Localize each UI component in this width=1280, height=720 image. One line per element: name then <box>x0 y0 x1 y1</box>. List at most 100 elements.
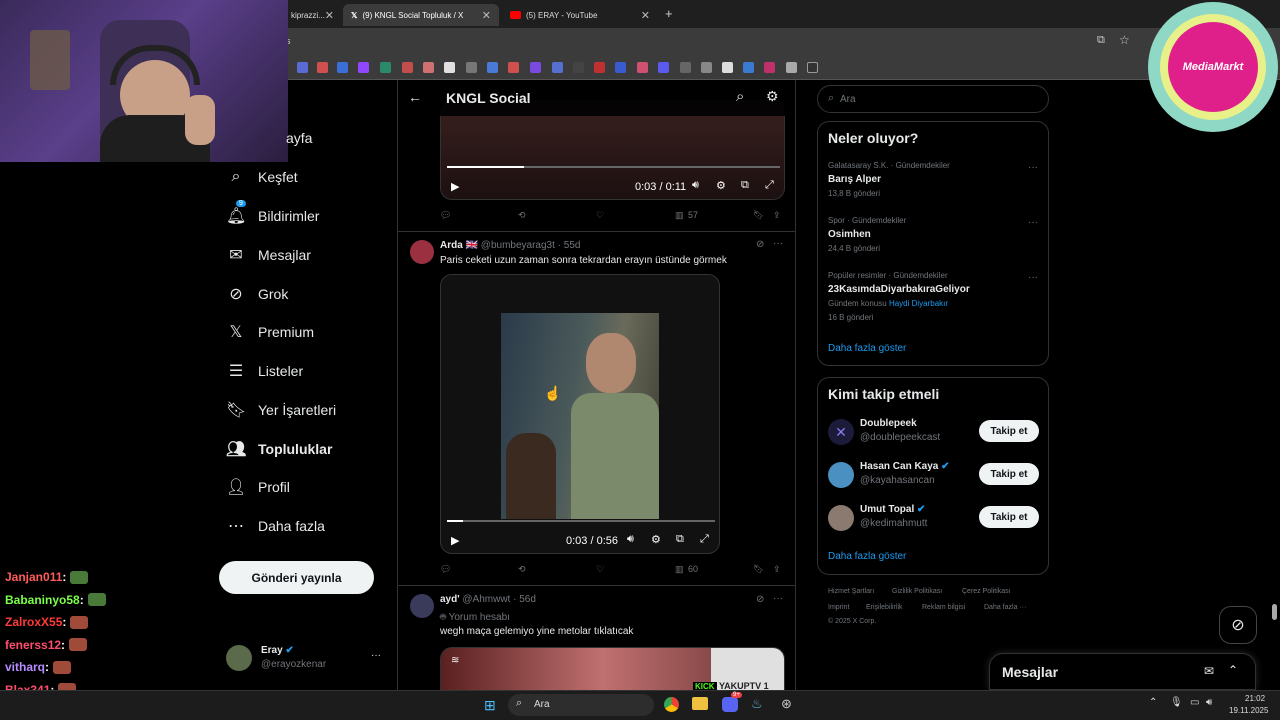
chat-username[interactable]: fenerss12 <box>5 638 61 652</box>
bookmark-icon[interactable] <box>466 62 477 73</box>
browser-tab[interactable]: kiprazzi... ✕ <box>283 4 341 26</box>
install-icon[interactable]: ⧉ <box>1097 34 1105 47</box>
show-more-link[interactable]: Daha fazla göster <box>828 551 906 562</box>
retweet-icon[interactable]: ⟲ <box>518 210 526 221</box>
back-arrow-icon[interactable]: ← <box>408 89 422 105</box>
nav-item-home[interactable]: ayfa <box>286 122 312 154</box>
grok-icon[interactable]: ⊘ <box>756 239 764 250</box>
bookmark-icon[interactable] <box>637 62 648 73</box>
messages-drawer[interactable]: Mesajlar ✉ ⌃ <box>989 653 1256 690</box>
bookmark-icon[interactable] <box>530 62 541 73</box>
gear-icon[interactable]: ⚙ <box>766 88 779 105</box>
nav-item-grok[interactable]: ⊘ Grok <box>226 278 288 310</box>
avatar[interactable] <box>410 594 434 618</box>
show-more-link[interactable]: Daha fazla göster <box>828 343 906 354</box>
nav-item-profile[interactable]: 👤︎ Profil <box>226 471 290 503</box>
bookmark-icon[interactable] <box>444 62 455 73</box>
account-switcher[interactable]: Eray ✔ @erayozkenar ··· <box>226 644 396 678</box>
chrome-icon[interactable] <box>664 697 679 712</box>
bookmark-icon[interactable] <box>380 62 391 73</box>
scrollbar-thumb[interactable] <box>1272 604 1277 620</box>
trend-topic-link[interactable]: Haydi Diyarbakır <box>889 299 948 308</box>
volume-icon[interactable]: 🔊︎ <box>627 533 634 546</box>
like-icon[interactable]: ♡ <box>596 564 604 575</box>
nav-item-explore[interactable]: ⌕ Keşfet <box>226 161 298 193</box>
follow-name[interactable]: Doublepeek <box>860 418 917 429</box>
new-tab-button[interactable]: + <box>665 6 673 21</box>
account-more-icon[interactable]: ··· <box>371 650 381 661</box>
avatar[interactable]: ✕ <box>828 419 854 445</box>
chevron-up-icon[interactable]: ⌃ <box>1149 697 1157 708</box>
bookmark-icon[interactable] <box>615 62 626 73</box>
bookmark-icon[interactable] <box>358 62 369 73</box>
tweet-author[interactable]: Arda 🇬🇧 <box>440 240 478 251</box>
volume-icon[interactable]: 🔊︎ <box>1206 697 1212 708</box>
footer-link[interactable]: Çerez Politikası <box>962 588 1011 595</box>
close-icon[interactable]: ✕ <box>482 9 491 22</box>
fullscreen-icon[interactable]: ⤢ <box>700 533 709 546</box>
reply-icon[interactable]: 💬︎ <box>440 210 451 221</box>
grok-icon[interactable]: ⊘ <box>756 594 764 605</box>
more-icon[interactable]: ··· <box>1028 272 1038 283</box>
bookmark-icon[interactable] <box>743 62 754 73</box>
nav-item-lists[interactable]: ☰ Listeler <box>226 355 303 387</box>
nav-item-premium[interactable]: 𝕏 Premium <box>226 316 314 348</box>
chat-username[interactable]: ZalroxX55 <box>5 615 62 629</box>
tweet-handle[interactable]: @bumbeyarag3t <box>481 240 555 251</box>
tweet-time[interactable]: · 55d <box>558 240 581 251</box>
grok-float-button[interactable]: ⊘ <box>1219 606 1257 644</box>
chat-username[interactable]: Janjan011 <box>5 570 62 584</box>
nav-item-messages[interactable]: ✉ Mesajlar <box>226 239 311 271</box>
follow-button[interactable]: Takip et <box>979 420 1039 442</box>
footer-link[interactable]: Erişilebilirlik <box>866 604 903 611</box>
footer-link[interactable]: Daha fazla ··· <box>984 604 1026 611</box>
file-explorer-icon[interactable] <box>692 697 708 710</box>
chat-username[interactable]: Babaninyo58 <box>5 593 80 607</box>
clock-date[interactable]: 19.11.2025 <box>1229 706 1268 715</box>
follow-name[interactable]: Umut Topal <box>860 504 914 515</box>
more-icon[interactable]: ··· <box>1028 162 1038 173</box>
follow-button[interactable]: Takip et <box>979 463 1039 485</box>
search-icon[interactable]: ⌕ <box>736 88 744 105</box>
bookmark-icon[interactable] <box>594 62 605 73</box>
bookmark-icon[interactable] <box>722 62 733 73</box>
bookmark-icon[interactable] <box>297 62 308 73</box>
video-progress-track[interactable] <box>447 520 715 522</box>
tweet-time[interactable]: · 56d <box>513 594 536 605</box>
retweet-icon[interactable]: ⟲ <box>518 564 526 575</box>
search-input[interactable]: ⌕ Ara <box>817 85 1049 113</box>
bookmark-icon[interactable] <box>423 62 434 73</box>
footer-link[interactable]: Hizmet Şartları <box>828 588 874 595</box>
nav-item-communities[interactable]: 👥︎ Topluluklar <box>226 433 332 465</box>
bookmark-icon[interactable] <box>701 62 712 73</box>
discord-icon[interactable]: 9+ <box>722 692 742 712</box>
monitor-icon[interactable]: ▭ <box>1190 697 1199 708</box>
bookmark-icon[interactable] <box>552 62 563 73</box>
bookmark-icon[interactable] <box>573 62 584 73</box>
more-icon[interactable]: ··· <box>773 238 783 249</box>
bookmark-icon[interactable] <box>658 62 669 73</box>
bookmark-icon[interactable] <box>487 62 498 73</box>
chevron-up-icon[interactable]: ⌃ <box>1228 663 1238 677</box>
bookmark-icon[interactable] <box>680 62 691 73</box>
settings-icon[interactable]: ⚙ <box>651 533 661 546</box>
star-icon[interactable]: ☆ <box>1119 33 1130 47</box>
post-button[interactable]: Gönderi yayınla <box>219 561 374 594</box>
close-icon[interactable]: ✕ <box>641 9 650 22</box>
close-icon[interactable]: ✕ <box>325 9 334 22</box>
clock-time[interactable]: 21:02 <box>1245 694 1265 703</box>
avatar[interactable] <box>828 505 854 531</box>
bookmark-icon[interactable] <box>807 62 818 73</box>
bookmark-icon[interactable] <box>317 62 328 73</box>
play-icon[interactable]: ▶ <box>451 180 459 193</box>
tweet-video[interactable]: ☝ ▶ 0:03 / 0:56 🔊︎ ⚙ ⧉ ⤢ <box>440 274 720 554</box>
follow-button[interactable]: Takip et <box>979 506 1039 528</box>
more-icon[interactable]: ··· <box>1028 217 1038 228</box>
bookmark-icon[interactable] <box>508 62 519 73</box>
volume-icon[interactable]: 🔊︎ <box>692 179 699 192</box>
tweet-media[interactable]: ≋ KICK YAKUPTV 1 <box>440 647 785 690</box>
tweet-handle[interactable]: @Ahmwwt <box>462 594 510 605</box>
more-icon[interactable]: ··· <box>773 593 783 604</box>
taskbar-search[interactable]: ⌕ Ara <box>508 694 654 716</box>
bookmark-icon[interactable] <box>786 62 797 73</box>
